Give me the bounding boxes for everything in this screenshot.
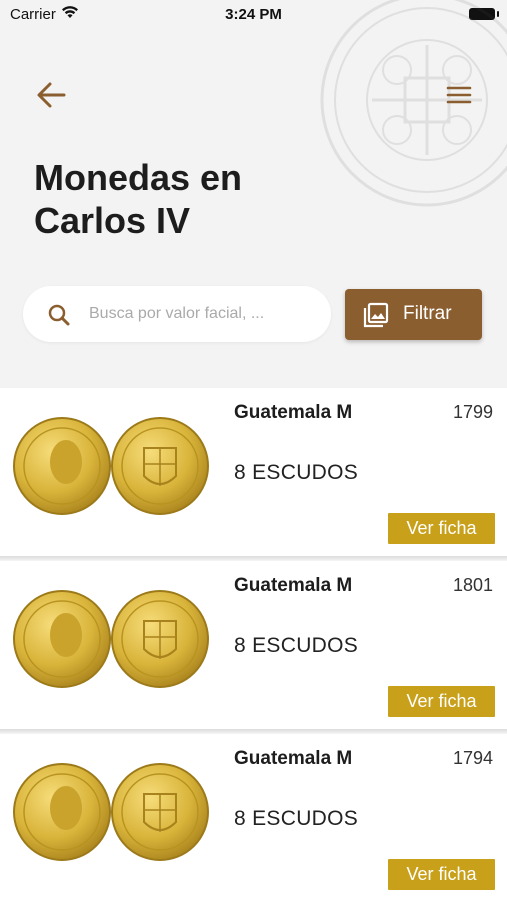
hamburger-menu-icon[interactable] [444,82,474,108]
coin-image [13,590,209,688]
image-gallery-icon [363,302,389,328]
filter-button-label: Filtrar [403,303,452,324]
page-title: Monedas en Carlos IV [34,157,243,241]
search-icon [48,304,70,326]
view-details-button[interactable]: Ver ficha [388,686,495,717]
view-details-button[interactable]: Ver ficha [388,513,495,544]
coin-mint: Guatemala M [234,575,353,596]
search-bar[interactable] [23,286,331,342]
search-input[interactable] [89,300,319,328]
coin-mint: Guatemala M [234,402,353,423]
coin-mint: Guatemala M [234,748,353,769]
coin-card[interactable]: Guatemala M 1794 8 ESCUDOS Ver ficha [0,734,507,900]
card-divider [0,556,507,560]
coin-card[interactable]: Guatemala M 1799 8 ESCUDOS Ver ficha [0,388,507,560]
coin-year: 1794 [452,748,493,768]
back-arrow-icon[interactable] [34,80,68,110]
coin-card[interactable]: Guatemala M 1801 8 ESCUDOS Ver ficha [0,561,507,733]
coin-image [13,417,209,515]
card-divider [0,729,507,733]
view-details-button[interactable]: Ver ficha [388,859,495,890]
coin-value: 8 ESCUDOS [234,634,359,657]
coin-year: 1801 [452,575,493,595]
coin-image [13,763,209,861]
coin-value: 8 ESCUDOS [234,461,359,484]
coin-value: 8 ESCUDOS [234,807,359,830]
filter-button[interactable]: Filtrar [345,289,482,340]
coin-year: 1799 [452,402,493,422]
